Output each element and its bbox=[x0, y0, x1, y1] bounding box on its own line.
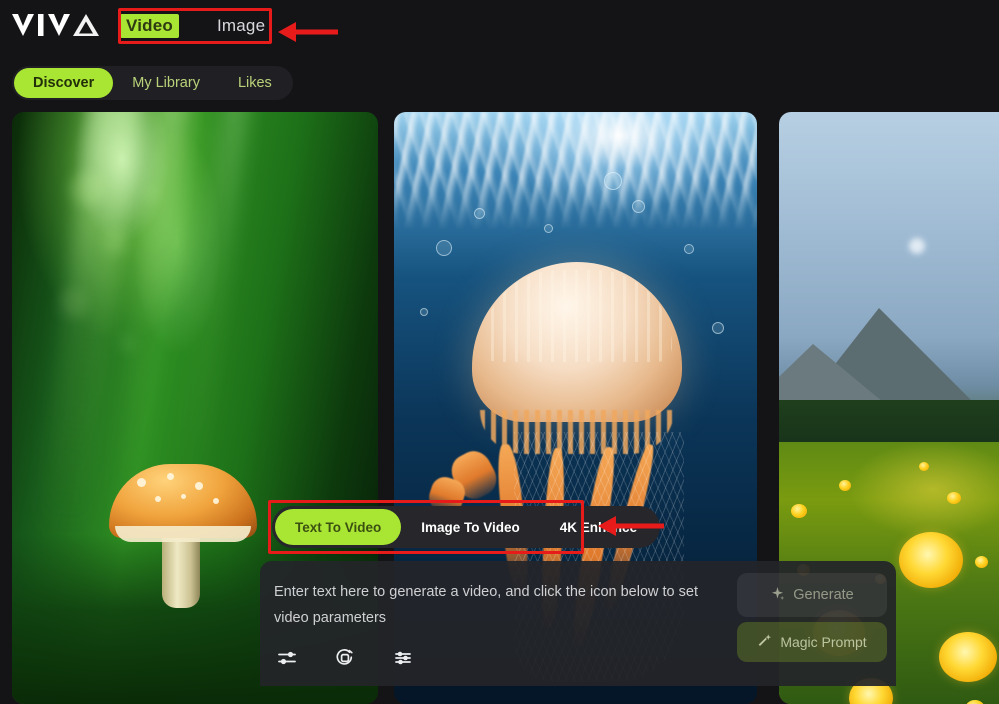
segment-discover[interactable]: Discover bbox=[14, 68, 114, 98]
segment-my-library[interactable]: My Library bbox=[113, 68, 219, 98]
generate-button-label: Generate bbox=[793, 587, 854, 603]
settings-sliders-icon[interactable] bbox=[388, 643, 418, 673]
video-parameters-icon[interactable] bbox=[272, 643, 302, 673]
magic-prompt-button[interactable]: Magic Prompt bbox=[737, 622, 887, 662]
tab-video-label: Video bbox=[126, 16, 173, 35]
mode-4k-enhance[interactable]: 4K Enhance bbox=[540, 509, 657, 545]
tab-image[interactable]: Image bbox=[213, 13, 269, 39]
tab-image-label: Image bbox=[216, 16, 266, 35]
mode-image-to-video-label: Image To Video bbox=[421, 519, 520, 535]
mode-4k-enhance-label: 4K Enhance bbox=[559, 519, 638, 535]
segment-discover-label: Discover bbox=[33, 75, 95, 91]
top-tab-group: Video Image bbox=[120, 10, 269, 42]
viva-app-window: VIVA Video Image Discover My Library Lik… bbox=[0, 0, 999, 704]
library-segment-group: Discover My Library Likes bbox=[12, 66, 293, 100]
aspect-ratio-icon[interactable] bbox=[330, 643, 360, 673]
prompt-tool-icons bbox=[272, 643, 418, 673]
generate-button[interactable]: Generate bbox=[737, 573, 887, 617]
prompt-input[interactable]: Enter text here to generate a video, and… bbox=[274, 579, 732, 631]
segment-likes[interactable]: Likes bbox=[219, 68, 291, 98]
segment-likes-label: Likes bbox=[237, 75, 272, 91]
segment-my-library-label: My Library bbox=[132, 75, 200, 91]
magic-prompt-button-label: Magic Prompt bbox=[780, 634, 867, 650]
viva-logo[interactable]: VIVA bbox=[10, 10, 102, 40]
top-bar: VIVA Video Image bbox=[0, 0, 999, 56]
tab-video[interactable]: Video bbox=[120, 14, 179, 38]
mode-image-to-video[interactable]: Image To Video bbox=[401, 509, 540, 545]
prompt-panel: Enter text here to generate a video, and… bbox=[260, 561, 896, 686]
mode-text-to-video-label: Text To Video bbox=[295, 519, 382, 535]
generation-mode-bar: Text To Video Image To Video 4K Enhance bbox=[272, 506, 661, 548]
sparkle-icon bbox=[770, 586, 785, 605]
magic-wand-icon bbox=[757, 633, 772, 651]
mode-text-to-video[interactable]: Text To Video bbox=[275, 509, 402, 545]
